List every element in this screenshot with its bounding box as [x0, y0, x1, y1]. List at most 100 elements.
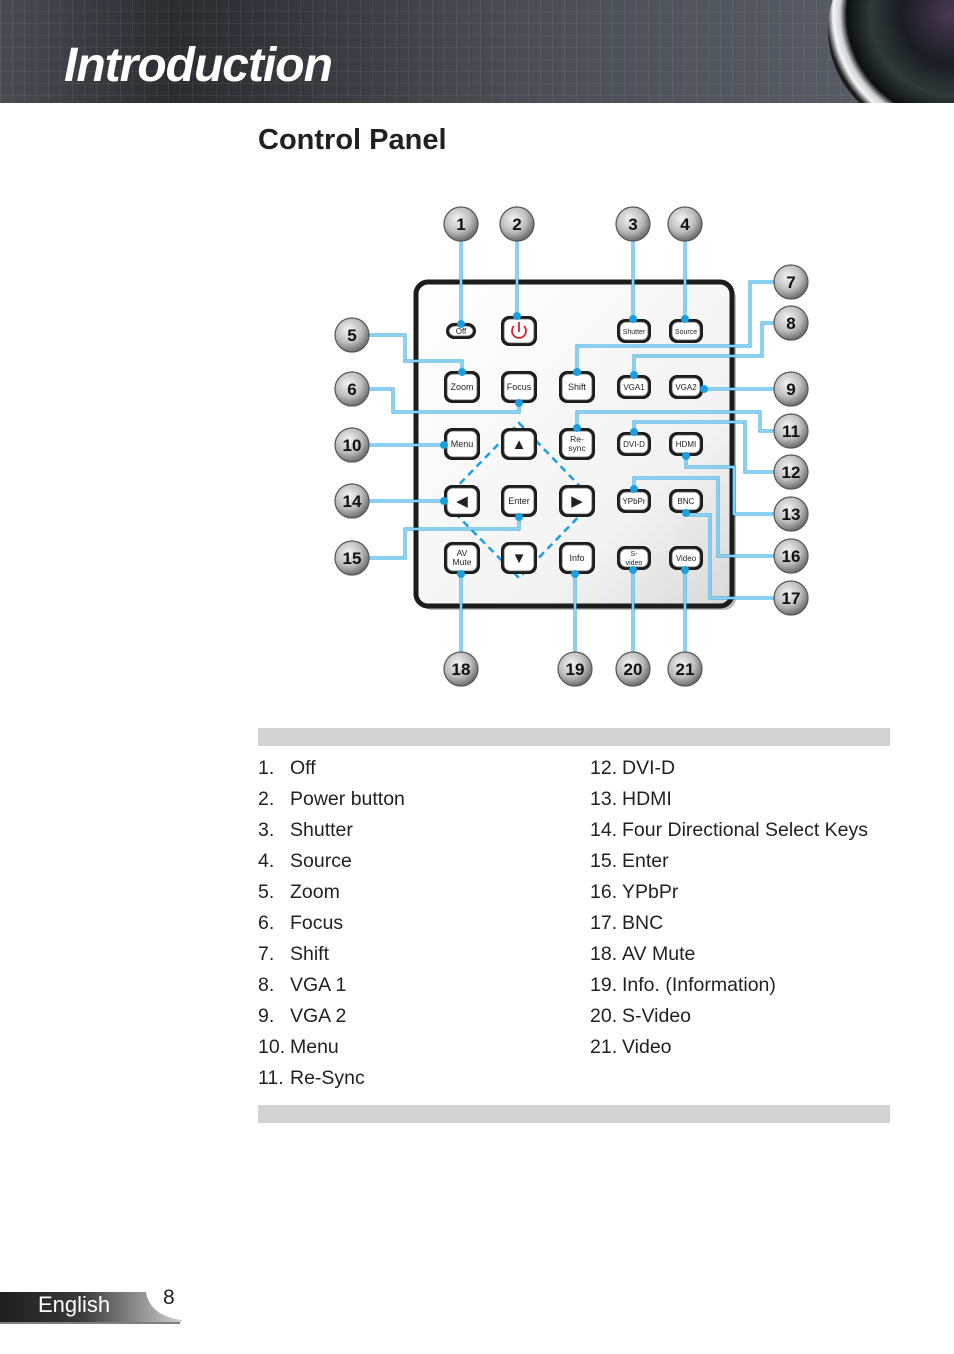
svg-text:12: 12: [782, 463, 801, 482]
callout-12: 12: [773, 454, 809, 490]
ypbpr-button-label: YPbPr: [622, 497, 645, 506]
legend-item-label: HDMI: [622, 788, 672, 810]
enter-button[interactable]: Enter: [501, 485, 537, 517]
legend-item: 15. Enter: [590, 846, 868, 877]
legend-item-number: 20.: [590, 1005, 618, 1027]
anchor-dot-2: [513, 312, 521, 320]
svg-text:19: 19: [566, 660, 585, 679]
svg-text:10: 10: [343, 436, 362, 455]
legend-item: 1. Off: [258, 753, 405, 784]
shift-button-label: Shift: [568, 382, 587, 392]
callout-19: 19: [557, 651, 593, 687]
legend-item: 7. Shift: [258, 939, 405, 970]
vga2-button[interactable]: VGA2: [669, 375, 703, 399]
enter-button-label: Enter: [508, 496, 530, 506]
legend-item-number: 8.: [258, 974, 275, 996]
legend-item: 21. Video: [590, 1032, 868, 1063]
anchor-dot-13: [682, 452, 690, 460]
legend-item-label: Menu: [290, 1036, 339, 1058]
anchor-dot-9: [700, 385, 708, 393]
up-button[interactable]: ▲: [501, 428, 537, 460]
vga2-button-label: VGA2: [675, 383, 697, 392]
callout-2: 2: [499, 206, 535, 242]
callout-4: 4: [667, 206, 703, 242]
legend-item-label: YPbPr: [622, 881, 679, 903]
resync-button[interactable]: Re-sync: [559, 428, 595, 460]
callout-9: 9: [773, 371, 809, 407]
left-button[interactable]: ◀: [444, 485, 480, 517]
dvid-button-label: DVI-D: [623, 440, 645, 449]
control-panel-diagram: Off Shutter Source Zoom Focus Shift VGA1 VGA2 Me…: [334, 206, 809, 687]
callout-16: 16: [773, 538, 809, 574]
svg-text:9: 9: [786, 380, 795, 399]
anchor-dot-14: [440, 497, 448, 505]
legend-item-label: Power button: [290, 788, 405, 810]
menu-button[interactable]: Menu: [444, 428, 480, 460]
legend-item-number: 3.: [258, 819, 275, 841]
legend-item-number: 13.: [590, 788, 618, 810]
callout-11: 11: [773, 413, 809, 449]
anchor-dot-11: [573, 424, 581, 432]
right-arrow-icon: ▶: [571, 493, 583, 510]
legend-item: 18. AV Mute: [590, 939, 868, 970]
anchor-dot-21: [681, 566, 689, 574]
avmute-button[interactable]: AVMute: [444, 542, 480, 574]
svg-text:3: 3: [628, 215, 637, 234]
legend-item-label: VGA 1: [290, 974, 347, 996]
legend-item-label: BNC: [622, 912, 664, 934]
legend-item-label: Source: [290, 850, 352, 872]
svg-text:20: 20: [624, 660, 643, 679]
legend-item-label: AV Mute: [622, 943, 696, 965]
callout-7: 7: [773, 264, 809, 300]
menu-button-label: Menu: [451, 439, 474, 449]
legend-item: 8. VGA 1: [258, 970, 405, 1001]
anchor-dot-12: [630, 428, 638, 436]
callout-5: 5: [334, 317, 370, 353]
info-button-label: Info: [569, 553, 584, 563]
callout-3: 3: [615, 206, 651, 242]
svg-text:2: 2: [512, 215, 521, 234]
svg-text:1: 1: [456, 215, 465, 234]
left-arrow-icon: ◀: [456, 493, 468, 510]
page-number: 8: [163, 1286, 175, 1309]
callout-13: 13: [773, 496, 809, 532]
legend-item-label: VGA 2: [290, 1005, 347, 1027]
svg-text:8: 8: [786, 314, 795, 333]
anchor-dot-8: [630, 371, 638, 379]
callout-8: 8: [773, 305, 809, 341]
legend-item: 9. VGA 2: [258, 1001, 405, 1032]
svg-text:18: 18: [452, 660, 471, 679]
legend-item-label: DVI-D: [622, 757, 676, 779]
legend-item: 5. Zoom: [258, 877, 405, 908]
legend-item-label: S-Video: [622, 1005, 692, 1027]
legend-item-number: 16.: [590, 881, 618, 903]
legend-item-number: 17.: [590, 912, 618, 934]
anchor-dot-7: [573, 368, 581, 376]
info-button[interactable]: Info: [559, 542, 595, 574]
legend-item-label: Info. (Information): [622, 974, 776, 996]
table-footer-bar: [258, 1105, 890, 1123]
anchor-dot-20: [629, 566, 637, 574]
svg-text:21: 21: [676, 660, 695, 679]
legend-item-label: Enter: [622, 850, 669, 872]
legend-item-label: Zoom: [290, 881, 340, 903]
callout-6: 6: [334, 371, 370, 407]
right-button[interactable]: ▶: [559, 485, 595, 517]
anchor-dot-15: [515, 513, 523, 521]
legend-item: 16. YPbPr: [590, 877, 868, 908]
legend-item-label: Four Directional Select Keys: [622, 819, 869, 841]
anchor-dot-1: [457, 320, 465, 328]
focus-button[interactable]: Focus: [501, 371, 537, 403]
legend-item-number: 19.: [590, 974, 618, 996]
down-button[interactable]: ▼: [501, 542, 537, 574]
legend-item: 20. S-Video: [590, 1001, 868, 1032]
anchor-dot-10: [440, 441, 448, 449]
legend-item: 11. Re-Sync: [258, 1063, 405, 1094]
off-button-label: Off: [456, 327, 467, 336]
svg-text:4: 4: [680, 215, 690, 234]
svideo-button-label: video: [626, 560, 643, 567]
legend-item-number: 2.: [258, 788, 275, 810]
callout-17: 17: [773, 580, 809, 616]
power-button[interactable]: [501, 316, 537, 346]
legend-item-label: Focus: [290, 912, 344, 934]
